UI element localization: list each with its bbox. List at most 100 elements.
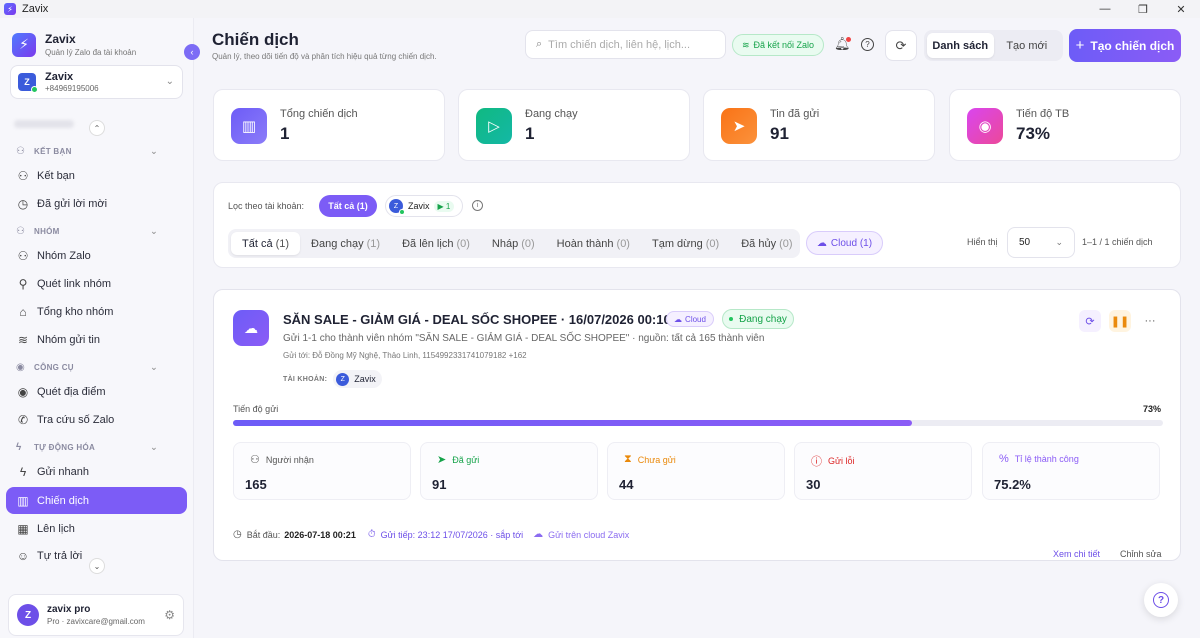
cloud-icon: ☁ [233,310,269,346]
refresh-button[interactable]: ⟳ [885,30,917,61]
window-title: Zavix [22,3,49,15]
eye-icon: ◉ [967,108,1003,144]
alert-circle-icon: ⓘ [811,456,822,468]
edit-link[interactable]: Chỉnh sửa [1120,549,1162,559]
sidebar-item-da-gui-loi-moi[interactable]: ◷ Đã gửi lời mời [6,190,187,217]
status-tabs: Tất cả (1) Đang chạy (1) Đã lên lịch (0) Nh… [228,229,800,258]
stat-label: Đang chạy [525,108,578,120]
account-pill: Z Zavix [333,370,382,388]
section-nhom[interactable]: ⚇ NHÓM ⌄ [16,226,158,237]
campaign-account: TÀI KHOẢN: Z Zavix [283,370,382,388]
tab-all[interactable]: Tất cả (1) [231,232,301,255]
maximize-button[interactable]: ❐ [1124,0,1162,18]
sidebar-item-tra-cuu-so-zalo[interactable]: ✆ Tra cứu số Zalo [6,406,187,433]
cloud-filter-chip[interactable]: ☁ Cloud (1) [806,231,883,255]
sidebar-item-quet-link-nhom[interactable]: ⚲ Quét link nhóm [6,270,187,297]
stat-card-progress: ◉ Tiến độ TB 73% [949,89,1181,161]
stat-value: 1 [280,124,290,143]
sidebar-item-ket-ban[interactable]: ⚇ Kết bạn [6,162,187,189]
progress-label: Tiến độ gửi [233,404,279,414]
section-ket-ban[interactable]: ⚇ KẾT BẠN ⌄ [16,146,158,157]
cloud-note: ☁ Gửi trên cloud Zavix [533,529,630,540]
tab-paused[interactable]: Tạm dừng (0) [641,232,730,255]
help-icon[interactable]: ? [861,38,874,51]
view-new-button[interactable]: Tạo mới [994,33,1061,58]
tab-scheduled[interactable]: Đã lên lịch (0) [391,232,481,255]
tab-draft[interactable]: Nháp (0) [481,232,546,255]
brand-tagline: Quản lý Zalo đa tài khoản [45,48,137,57]
progress-bar [233,420,1163,426]
help-button[interactable]: ? [1144,583,1178,617]
pause-button[interactable]: ❚❚ [1109,310,1131,332]
close-button[interactable]: ✕ [1162,0,1200,18]
campaign-description: Gửi 1-1 cho thành viên nhóm "SĂN SALE - … [283,333,765,344]
zalo-connection-badge: ≋ Đã kết nối Zalo [732,34,824,56]
sidebar-item-tong-kho-nhom[interactable]: ⌂ Tổng kho nhóm [6,298,187,325]
sidebar-item-gui-nhanh[interactable]: ϟ Gửi nhanh [6,458,187,485]
stat-value: 1 [525,124,535,143]
sidebar-item-chien-dich[interactable]: ▥ Chiến dịch [6,487,187,514]
stat-value: 73% [1016,124,1051,143]
info-icon[interactable]: i [472,200,483,211]
metric-sent: ➤ Đã gửi 91 [420,442,598,500]
create-campaign-button[interactable]: + Tạo chiến dịch [1069,29,1181,62]
progress-fill [233,420,912,426]
pagination-info: 1–1 / 1 chiến dịch [1082,237,1153,247]
campaign-card[interactable]: ☁ SĂN SALE - GIẢM GIÁ - DEAL SỐC SHOPEE … [213,289,1181,561]
brand-logo-icon: ⚡ [12,32,36,57]
view-list-button[interactable]: Danh sách [927,33,994,58]
send-icon: ➤ [721,108,757,144]
tab-completed[interactable]: Hoàn thành (0) [546,232,641,255]
user-profile[interactable]: Z zavix pro Pro · zavixcare@gmail.com ⚙ [8,594,184,636]
user-plus-icon: ⚇ [16,146,26,157]
section-tu-dong-hoa[interactable]: ϟ TỰ ĐỘNG HÓA ⌄ [16,442,158,453]
cloud-badge: ☁ Cloud [666,311,714,327]
calendar-icon: ▦ [17,521,29,536]
status-badge: Đang chạy [722,309,794,329]
metric-success-rate: % Tỉ lệ thành công 75.2% [982,442,1160,500]
search-input[interactable]: ⌕ Tìm chiến dịch, liên hệ, lịch... [525,30,726,59]
metric-value: 91 [432,477,447,492]
minimize-button[interactable]: — [1086,0,1124,18]
stat-label: Tiến độ TB [1016,108,1070,120]
metric-failed: ⓘ Gửi lỗi 30 [794,442,972,500]
scroll-down-button[interactable]: ⌄ [89,558,105,574]
section-cong-cu[interactable]: ◉ CÔNG CỤ ⌄ [16,362,158,373]
cloud-icon: ☁ [533,529,544,540]
metric-value: 30 [806,477,821,492]
phone-icon: ✆ [17,412,29,427]
notification-dot [846,37,851,42]
chevron-down-icon: ⌄ [150,146,158,156]
sidebar-item-quet-dia-diem[interactable]: ◉ Quét địa điểm [6,378,187,405]
tab-running[interactable]: Đang chạy (1) [300,232,391,255]
sidebar-item-nhom-zalo[interactable]: ⚇ Nhóm Zalo [6,242,187,269]
sidebar-item-nhom-gui-tin[interactable]: ≋ Nhóm gửi tin [6,326,187,353]
brand-name: Zavix [45,32,76,46]
refresh-campaign-button[interactable]: ⟳ [1079,310,1101,332]
more-icon: ··· [1144,315,1156,327]
sidebar-item-len-lich[interactable]: ▦ Lên lịch [6,515,187,542]
filter-all-accounts-chip[interactable]: Tất cả (1) [319,195,377,217]
play-icon: ▷ [476,108,512,144]
chevron-down-icon: ⌄ [165,76,174,87]
account-switcher[interactable]: Z Zavix +84969195006 ⌄ [10,65,183,99]
account-label: TÀI KHOẢN: [283,375,328,383]
campaign-footer: ◷ Bắt đầu: 2026-07-18 00:21 ⏱︎ Gửi tiếp: … [233,529,629,540]
page-subtitle: Quản lý, theo dõi tiến độ và phân tích h… [212,52,437,61]
hourglass-icon: ⧗ [624,453,632,465]
metric-value: 44 [619,477,634,492]
more-options-button[interactable]: ··· [1139,310,1161,332]
bot-icon: ☺ [16,548,30,563]
warehouse-icon: ⌂ [19,304,27,319]
wifi-icon: ≋ [741,39,750,50]
tab-cancelled[interactable]: Đã hủy (0) [730,232,803,255]
gear-icon[interactable]: ⚙ [164,608,175,622]
running-count-badge: ▶ 1 [433,200,455,212]
filter-account-chip[interactable]: Z Zavix ▶ 1 [385,195,463,217]
send-icon: ➤ [437,454,447,466]
view-detail-link[interactable]: Xem chi tiết [1053,549,1100,559]
page-size-select[interactable]: 50 ⌄ [1007,227,1075,258]
scroll-up-button[interactable]: ⌃ [89,120,105,136]
account-avatar: Z [18,73,38,93]
bar-chart-icon: ▥ [231,108,267,144]
